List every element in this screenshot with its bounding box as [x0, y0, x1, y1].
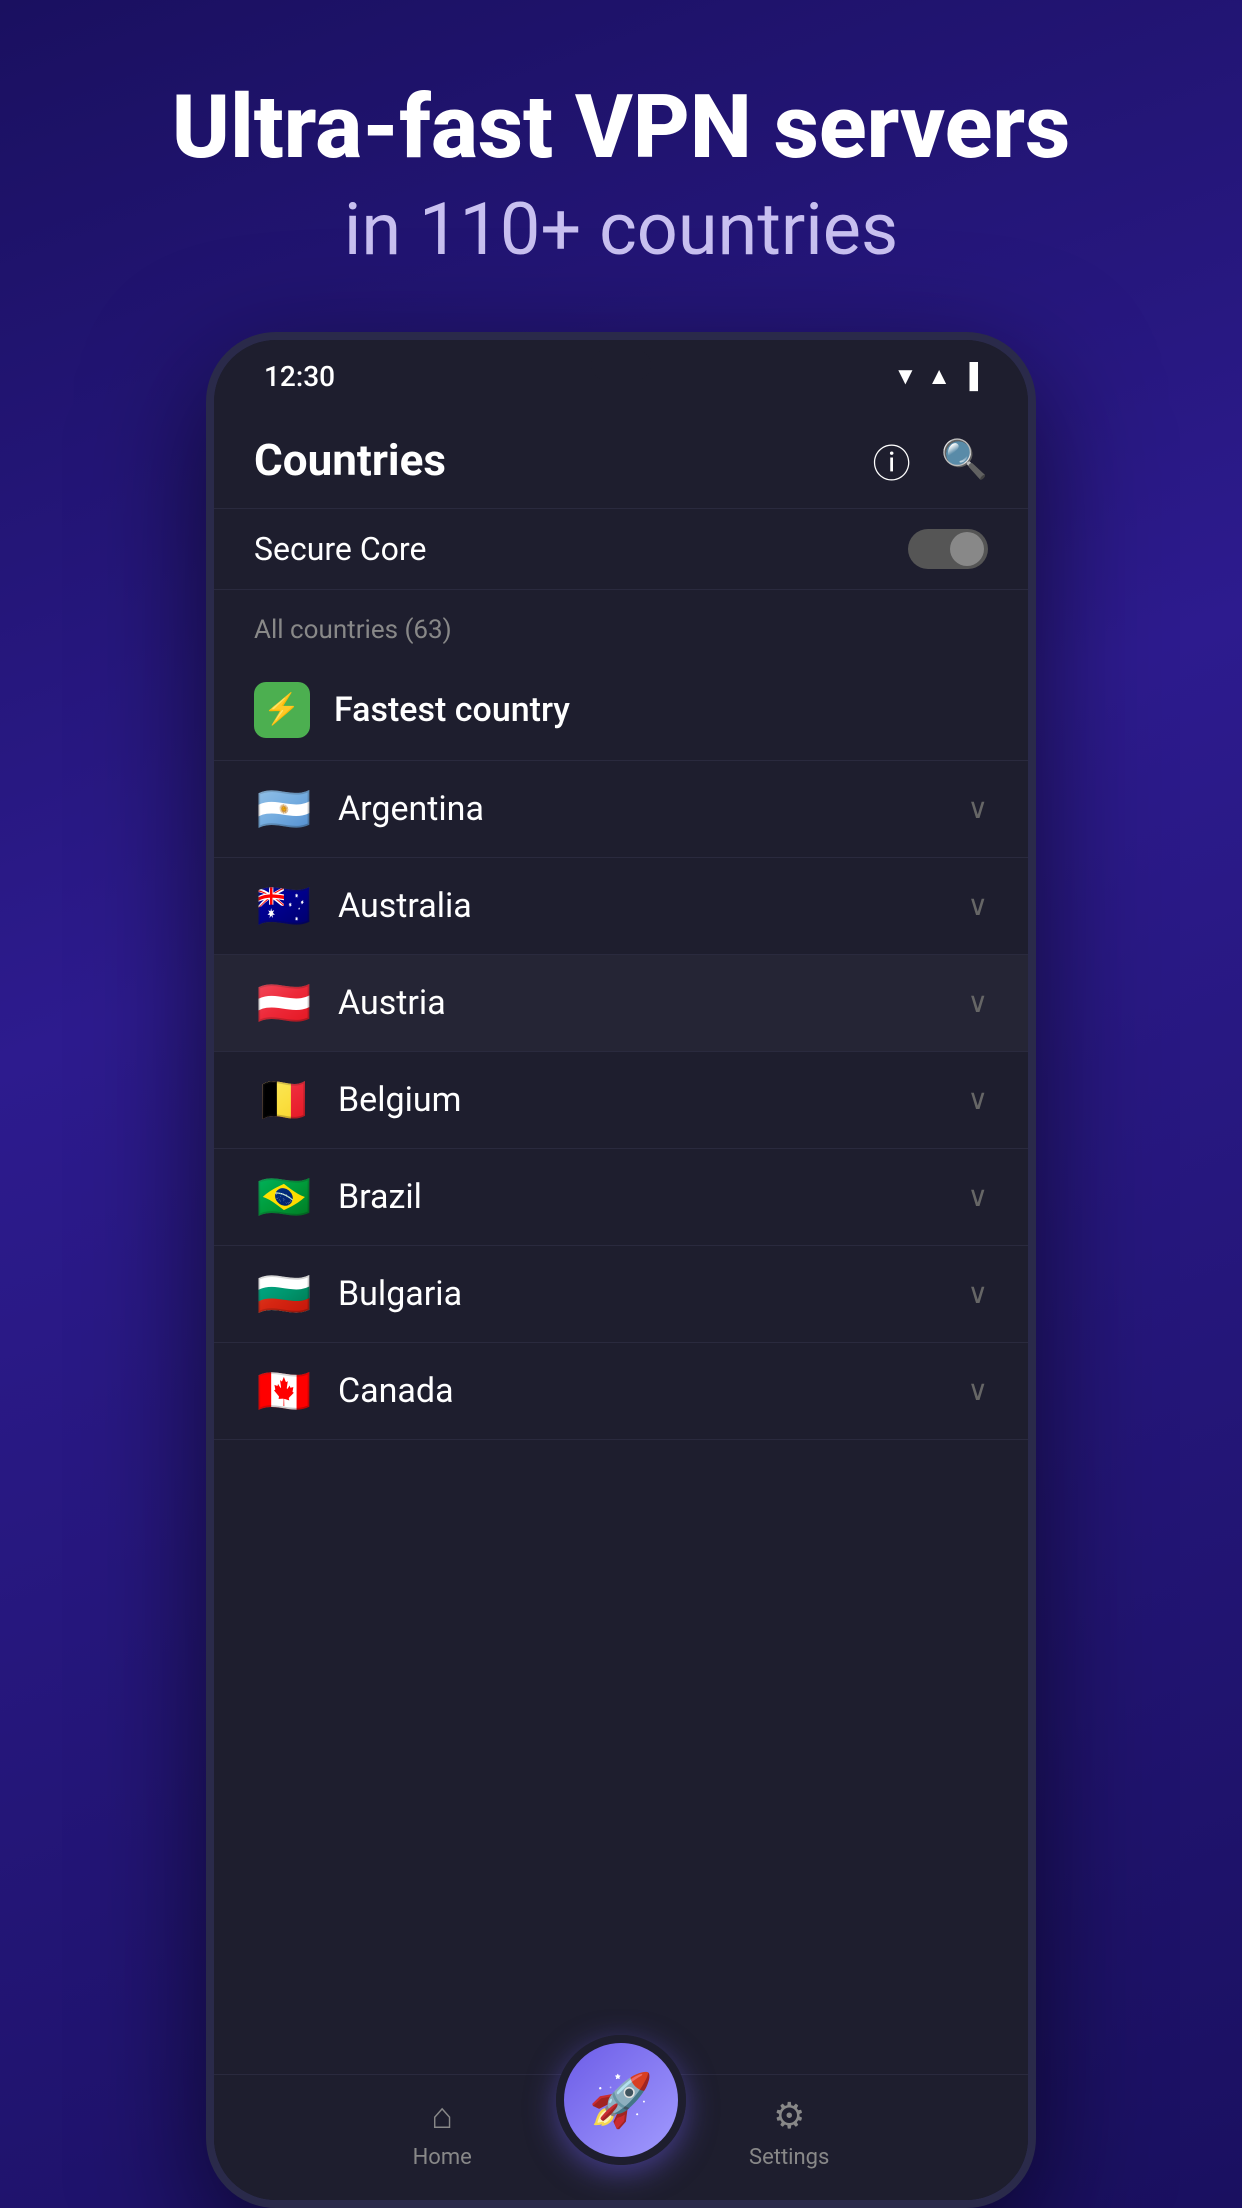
home-label: Home: [413, 2145, 472, 2170]
phone-frame: 12:30 ▼ ▲ ▐ Countries ⓘ 🔍 Secure Core: [206, 332, 1036, 2208]
country-row-bulgaria[interactable]: 🇧🇬 Bulgaria ∨: [214, 1246, 1028, 1343]
chevron-canada: ∨: [968, 1374, 989, 1407]
flag-bulgaria: 🇧🇬: [254, 1268, 314, 1320]
flag-canada: 🇨🇦: [254, 1365, 314, 1417]
status-bar: 12:30 ▼ ▲ ▐: [214, 340, 1028, 403]
country-name-belgium: Belgium: [338, 1080, 968, 1120]
all-countries-label: All countries (63): [214, 590, 1028, 660]
country-name-bulgaria: Bulgaria: [338, 1274, 968, 1314]
country-row-austria[interactable]: 🇦🇹 Austria ∨: [214, 955, 1028, 1052]
app-content: Countries ⓘ 🔍 Secure Core All countries …: [214, 403, 1028, 2200]
secure-core-row[interactable]: Secure Core: [214, 508, 1028, 590]
settings-label: Settings: [749, 2145, 829, 2170]
search-button[interactable]: 🔍: [941, 438, 988, 482]
status-icons: ▼ ▲ ▐: [893, 362, 978, 391]
wifi-icon: ▼: [893, 362, 917, 391]
country-name-argentina: Argentina: [338, 789, 968, 829]
bottom-nav: ⌂ Home 🚀 ⚙ Settings: [214, 2074, 1028, 2200]
hero-subtitle: in 110+ countries: [172, 187, 1071, 272]
flag-belgium: 🇧🇪: [254, 1074, 314, 1126]
battery-icon: ▐: [961, 362, 978, 391]
secure-core-label: Secure Core: [254, 530, 426, 568]
toggle-knob: [950, 532, 984, 566]
chevron-australia: ∨: [968, 889, 989, 922]
info-button[interactable]: ⓘ: [873, 433, 911, 488]
nav-home[interactable]: ⌂ Home: [413, 2095, 472, 2170]
chevron-bulgaria: ∨: [968, 1277, 989, 1310]
flag-brazil: 🇧🇷: [254, 1171, 314, 1223]
fab-button[interactable]: 🚀: [556, 2035, 686, 2165]
country-name-canada: Canada: [338, 1371, 968, 1411]
app-title: Countries: [254, 434, 446, 486]
hero-title: Ultra-fast VPN servers: [172, 80, 1071, 177]
fastest-icon: ⚡: [254, 682, 310, 738]
flag-australia: 🇦🇺: [254, 880, 314, 932]
status-time: 12:30: [264, 360, 335, 393]
nav-settings[interactable]: ⚙ Settings: [749, 2095, 829, 2170]
chevron-austria: ∨: [968, 986, 989, 1019]
hero-section: Ultra-fast VPN servers in 110+ countries: [172, 0, 1071, 332]
search-icon: 🔍: [941, 439, 988, 481]
home-icon: ⌂: [431, 2095, 453, 2137]
country-name-brazil: Brazil: [338, 1177, 968, 1217]
flag-argentina: 🇦🇷: [254, 783, 314, 835]
secure-core-toggle[interactable]: [908, 529, 988, 569]
chevron-belgium: ∨: [968, 1083, 989, 1116]
country-row-argentina[interactable]: 🇦🇷 Argentina ∨: [214, 761, 1028, 858]
header-icons: ⓘ 🔍: [873, 433, 988, 488]
settings-icon: ⚙: [773, 2095, 805, 2137]
country-name-australia: Australia: [338, 886, 968, 926]
country-name-austria: Austria: [338, 983, 968, 1023]
signal-icon: ▲: [927, 362, 951, 391]
fab-icon: 🚀: [589, 2070, 654, 2131]
flag-austria: 🇦🇹: [254, 977, 314, 1029]
app-header: Countries ⓘ 🔍: [214, 403, 1028, 508]
country-list: ⚡ Fastest country 🇦🇷 Argentina ∨ 🇦🇺 Aust…: [214, 660, 1028, 2074]
chevron-argentina: ∨: [968, 792, 989, 825]
country-row-canada[interactable]: 🇨🇦 Canada ∨: [214, 1343, 1028, 1440]
chevron-brazil: ∨: [968, 1180, 989, 1213]
fastest-country-row[interactable]: ⚡ Fastest country: [214, 660, 1028, 761]
notch: [591, 350, 651, 380]
fastest-country-label: Fastest country: [334, 690, 570, 730]
country-row-belgium[interactable]: 🇧🇪 Belgium ∨: [214, 1052, 1028, 1149]
country-row-australia[interactable]: 🇦🇺 Australia ∨: [214, 858, 1028, 955]
country-row-brazil[interactable]: 🇧🇷 Brazil ∨: [214, 1149, 1028, 1246]
info-icon: ⓘ: [873, 444, 911, 486]
